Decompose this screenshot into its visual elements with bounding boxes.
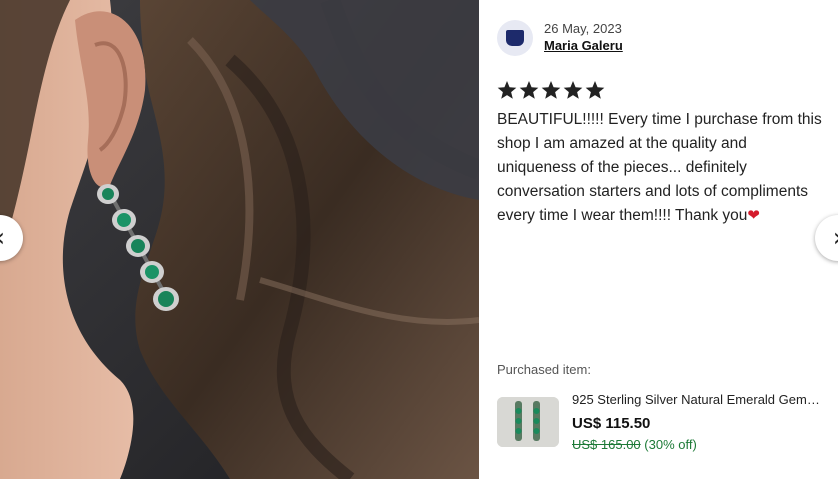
review-panel: 26 May, 2023 Maria Galeru BEAUTIFUL!!!!!… (479, 0, 838, 479)
star-icon (563, 81, 583, 100)
review-photo (0, 0, 479, 479)
purchased-item-label: Purchased item: (497, 362, 591, 377)
review-text: BEAUTIFUL!!!!! Every time I purchase fro… (497, 108, 827, 228)
purchased-item-thumbnail[interactable] (497, 397, 559, 447)
star-icon (541, 81, 561, 100)
purchased-item-original-price: US$ 165.00 (30% off) (572, 437, 697, 452)
chevron-right-icon: › (833, 225, 838, 251)
review-date: 26 May, 2023 (544, 21, 622, 37)
earring-photo-image (0, 0, 479, 479)
purchased-item-price: US$ 115.50 (572, 415, 651, 432)
review-lightbox: 26 May, 2023 Maria Galeru BEAUTIFUL!!!!!… (0, 0, 838, 479)
reviewer-header: 26 May, 2023 Maria Galeru (497, 20, 623, 56)
star-icon (497, 81, 517, 100)
chevron-left-icon: ‹ (0, 225, 5, 251)
star-icon (519, 81, 539, 100)
heart-icon: ❤ (747, 207, 760, 224)
star-icon (585, 81, 605, 100)
avatar (497, 20, 533, 56)
review-body: BEAUTIFUL!!!!! Every time I purchase fro… (497, 111, 822, 224)
avatar-icon (506, 30, 524, 46)
discount-badge: (30% off) (644, 437, 697, 452)
original-price: US$ 165.00 (572, 437, 641, 452)
purchased-item-title[interactable]: 925 Sterling Silver Natural Emerald Gems… (572, 392, 824, 407)
reviewer-name-link[interactable]: Maria Galeru (544, 38, 623, 55)
star-rating (497, 81, 605, 100)
